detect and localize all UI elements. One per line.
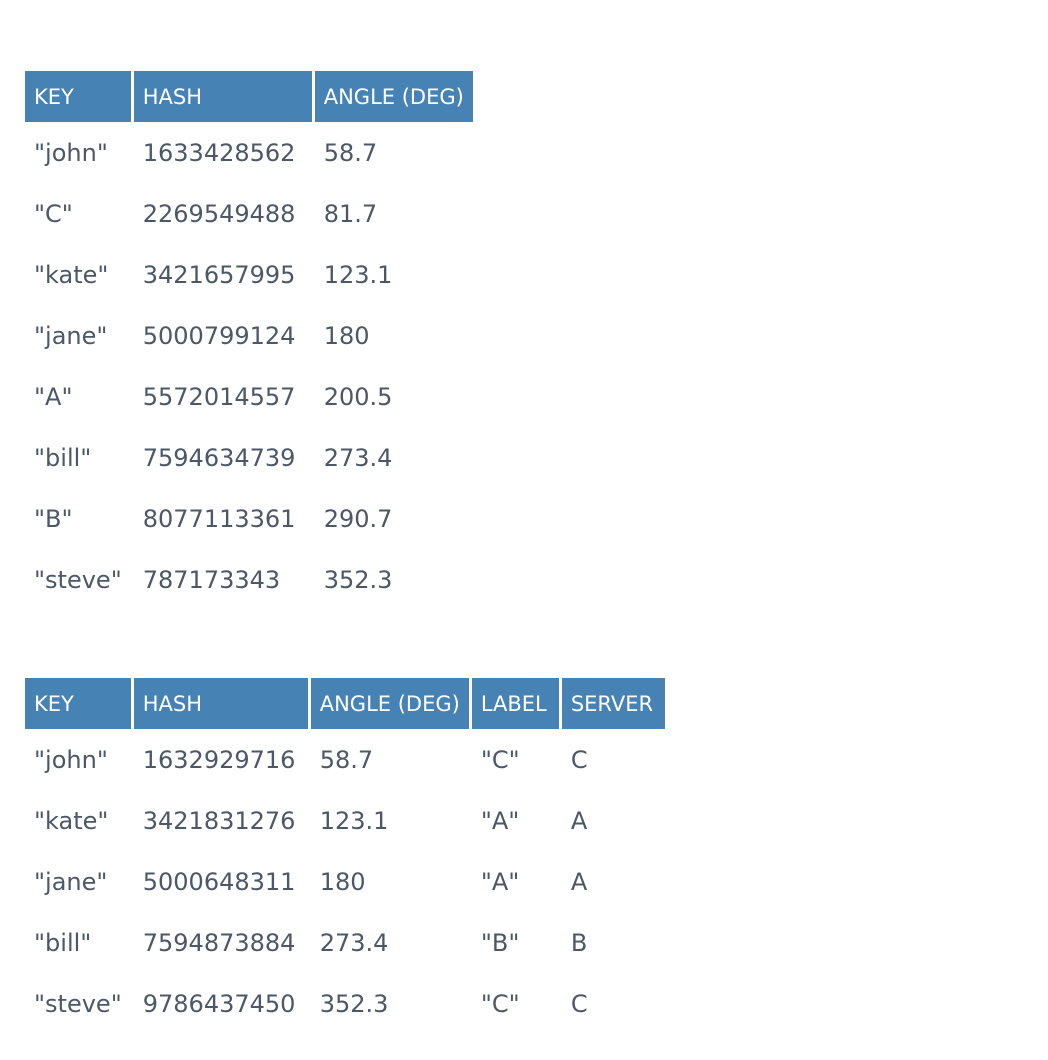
column-header-key: KEY (25, 71, 131, 122)
cell-key: "kate" (34, 806, 109, 835)
cell-angle: 180 (319, 867, 366, 896)
cell-key: "john" (34, 745, 108, 774)
table-row: "steve" 9786437450 352.3 "C" C (25, 973, 665, 1034)
cell-hash: 2269549488 (142, 199, 296, 228)
table-row: "kate" 3421657995 123.1 (25, 244, 473, 305)
cell-hash: 3421831276 (142, 806, 296, 835)
cell-angle: 352.3 (323, 565, 393, 594)
table-row: "kate" 3421831276 123.1 "A" A (25, 790, 665, 851)
cell-angle: 180 (323, 321, 370, 350)
key-hash-angle-table: KEY HASH ANGLE (DEG) "john" 1633428562 5… (22, 71, 476, 610)
cell-label: "A" (480, 867, 520, 896)
cell-key: "A" (34, 382, 73, 411)
cell-hash: 5572014557 (142, 382, 296, 411)
table-row: "A" 5572014557 200.5 (25, 366, 473, 427)
cell-angle: 58.7 (319, 745, 374, 774)
column-header-hash: HASH (133, 71, 312, 122)
table-row: "jane" 5000648311 180 "A" A (25, 851, 665, 912)
cell-angle: 81.7 (323, 199, 378, 228)
table-header-row: KEY HASH ANGLE (DEG) (25, 71, 473, 122)
cell-label: "B" (480, 928, 520, 957)
cell-server: C (570, 745, 588, 774)
cell-key: "B" (34, 504, 73, 533)
cell-angle: 290.7 (323, 504, 393, 533)
column-header-angle: ANGLE (DEG) (310, 678, 469, 729)
cell-key: "steve" (34, 989, 122, 1018)
cell-hash: 5000648311 (142, 867, 296, 896)
table-row: "bill" 7594873884 273.4 "B" B (25, 912, 665, 973)
cell-key: "bill" (34, 443, 92, 472)
column-header-hash: HASH (133, 678, 308, 729)
cell-hash: 5000799124 (142, 321, 296, 350)
cell-key: "john" (34, 138, 108, 167)
table-row: "john" 1633428562 58.7 (25, 122, 473, 183)
table-header-row: KEY HASH ANGLE (DEG) LABEL SERVER (25, 678, 665, 729)
cell-hash: 8077113361 (142, 504, 296, 533)
column-header-angle: ANGLE (DEG) (314, 71, 473, 122)
cell-hash: 7594634739 (142, 443, 296, 472)
cell-hash: 1632929716 (142, 745, 296, 774)
table-row: "steve" 787173343 352.3 (25, 549, 473, 610)
table-row: "john" 1632929716 58.7 "C" C (25, 729, 665, 790)
cell-server: C (570, 989, 588, 1018)
cell-server: B (570, 928, 588, 957)
cell-label: "C" (480, 745, 520, 774)
cell-angle: 58.7 (323, 138, 378, 167)
cell-hash: 787173343 (142, 565, 281, 594)
cell-angle: 352.3 (319, 989, 389, 1018)
cell-server: A (570, 867, 588, 896)
cell-server: A (570, 806, 588, 835)
cell-hash: 3421657995 (142, 260, 296, 289)
cell-key: "bill" (34, 928, 92, 957)
cell-key: "kate" (34, 260, 109, 289)
column-header-label: LABEL (471, 678, 559, 729)
column-header-key: KEY (25, 678, 131, 729)
cell-label: "C" (480, 989, 520, 1018)
cell-key: "C" (34, 199, 73, 228)
column-header-server: SERVER (561, 678, 665, 729)
key-server-assignment-table: KEY HASH ANGLE (DEG) LABEL SERVER "john"… (22, 678, 668, 1034)
table-row: "C" 2269549488 81.7 (25, 183, 473, 244)
cell-angle: 273.4 (319, 928, 389, 957)
cell-angle: 200.5 (323, 382, 393, 411)
table-row: "jane" 5000799124 180 (25, 305, 473, 366)
cell-hash: 9786437450 (142, 989, 296, 1018)
cell-key: "jane" (34, 321, 108, 350)
cell-hash: 7594873884 (142, 928, 296, 957)
cell-angle: 123.1 (319, 806, 389, 835)
table-row: "B" 8077113361 290.7 (25, 488, 473, 549)
table-row: "bill" 7594634739 273.4 (25, 427, 473, 488)
cell-key: "jane" (34, 867, 108, 896)
cell-key: "steve" (34, 565, 122, 594)
cell-angle: 123.1 (323, 260, 393, 289)
cell-hash: 1633428562 (142, 138, 296, 167)
cell-angle: 273.4 (323, 443, 393, 472)
cell-label: "A" (480, 806, 520, 835)
